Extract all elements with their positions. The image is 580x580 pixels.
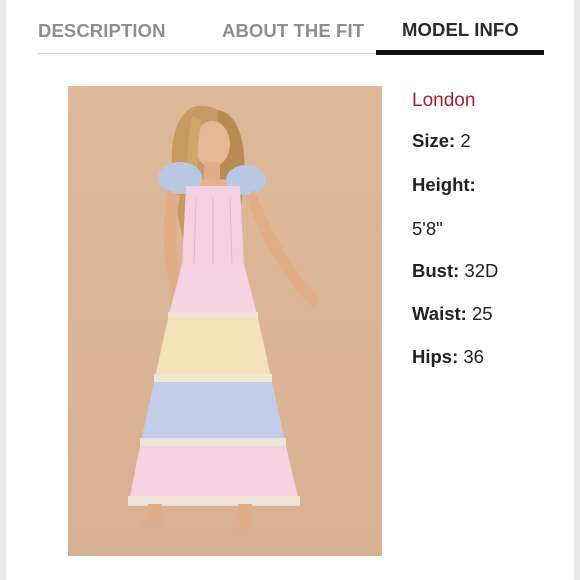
right-edge-divider [574,0,580,580]
model-waist-row: Waist: 25 [412,303,493,325]
model-city: London [412,90,476,111]
height-value: 5'8" [412,218,443,239]
hips-label: Hips: [412,346,459,367]
model-photo [68,86,382,556]
tab-bar-divider [38,53,378,54]
size-value: 2 [460,130,471,151]
model-height-value-row: 5'8" [412,218,443,240]
model-bust-row: Bust: 32D [412,260,498,282]
hips-value: 36 [463,346,484,367]
tab-model-info[interactable]: MODEL INFO [402,19,519,41]
model-height-row: Height: [412,174,476,196]
left-edge-divider [0,0,6,580]
bust-value: 32D [464,260,499,281]
active-tab-indicator [376,50,544,55]
size-label: Size: [412,130,456,151]
height-label: Height: [412,174,476,195]
tab-about-the-fit[interactable]: ABOUT THE FIT [222,20,364,42]
bust-label: Bust: [412,260,460,281]
waist-label: Waist: [412,303,467,324]
waist-value: 25 [471,303,493,324]
tab-description[interactable]: DESCRIPTION [38,20,166,42]
tab-bar: DESCRIPTION ABOUT THE FIT MODEL INFO [38,0,544,58]
model-hips-row: Hips: 36 [412,346,484,368]
model-size-row: Size: 2 [412,130,471,152]
